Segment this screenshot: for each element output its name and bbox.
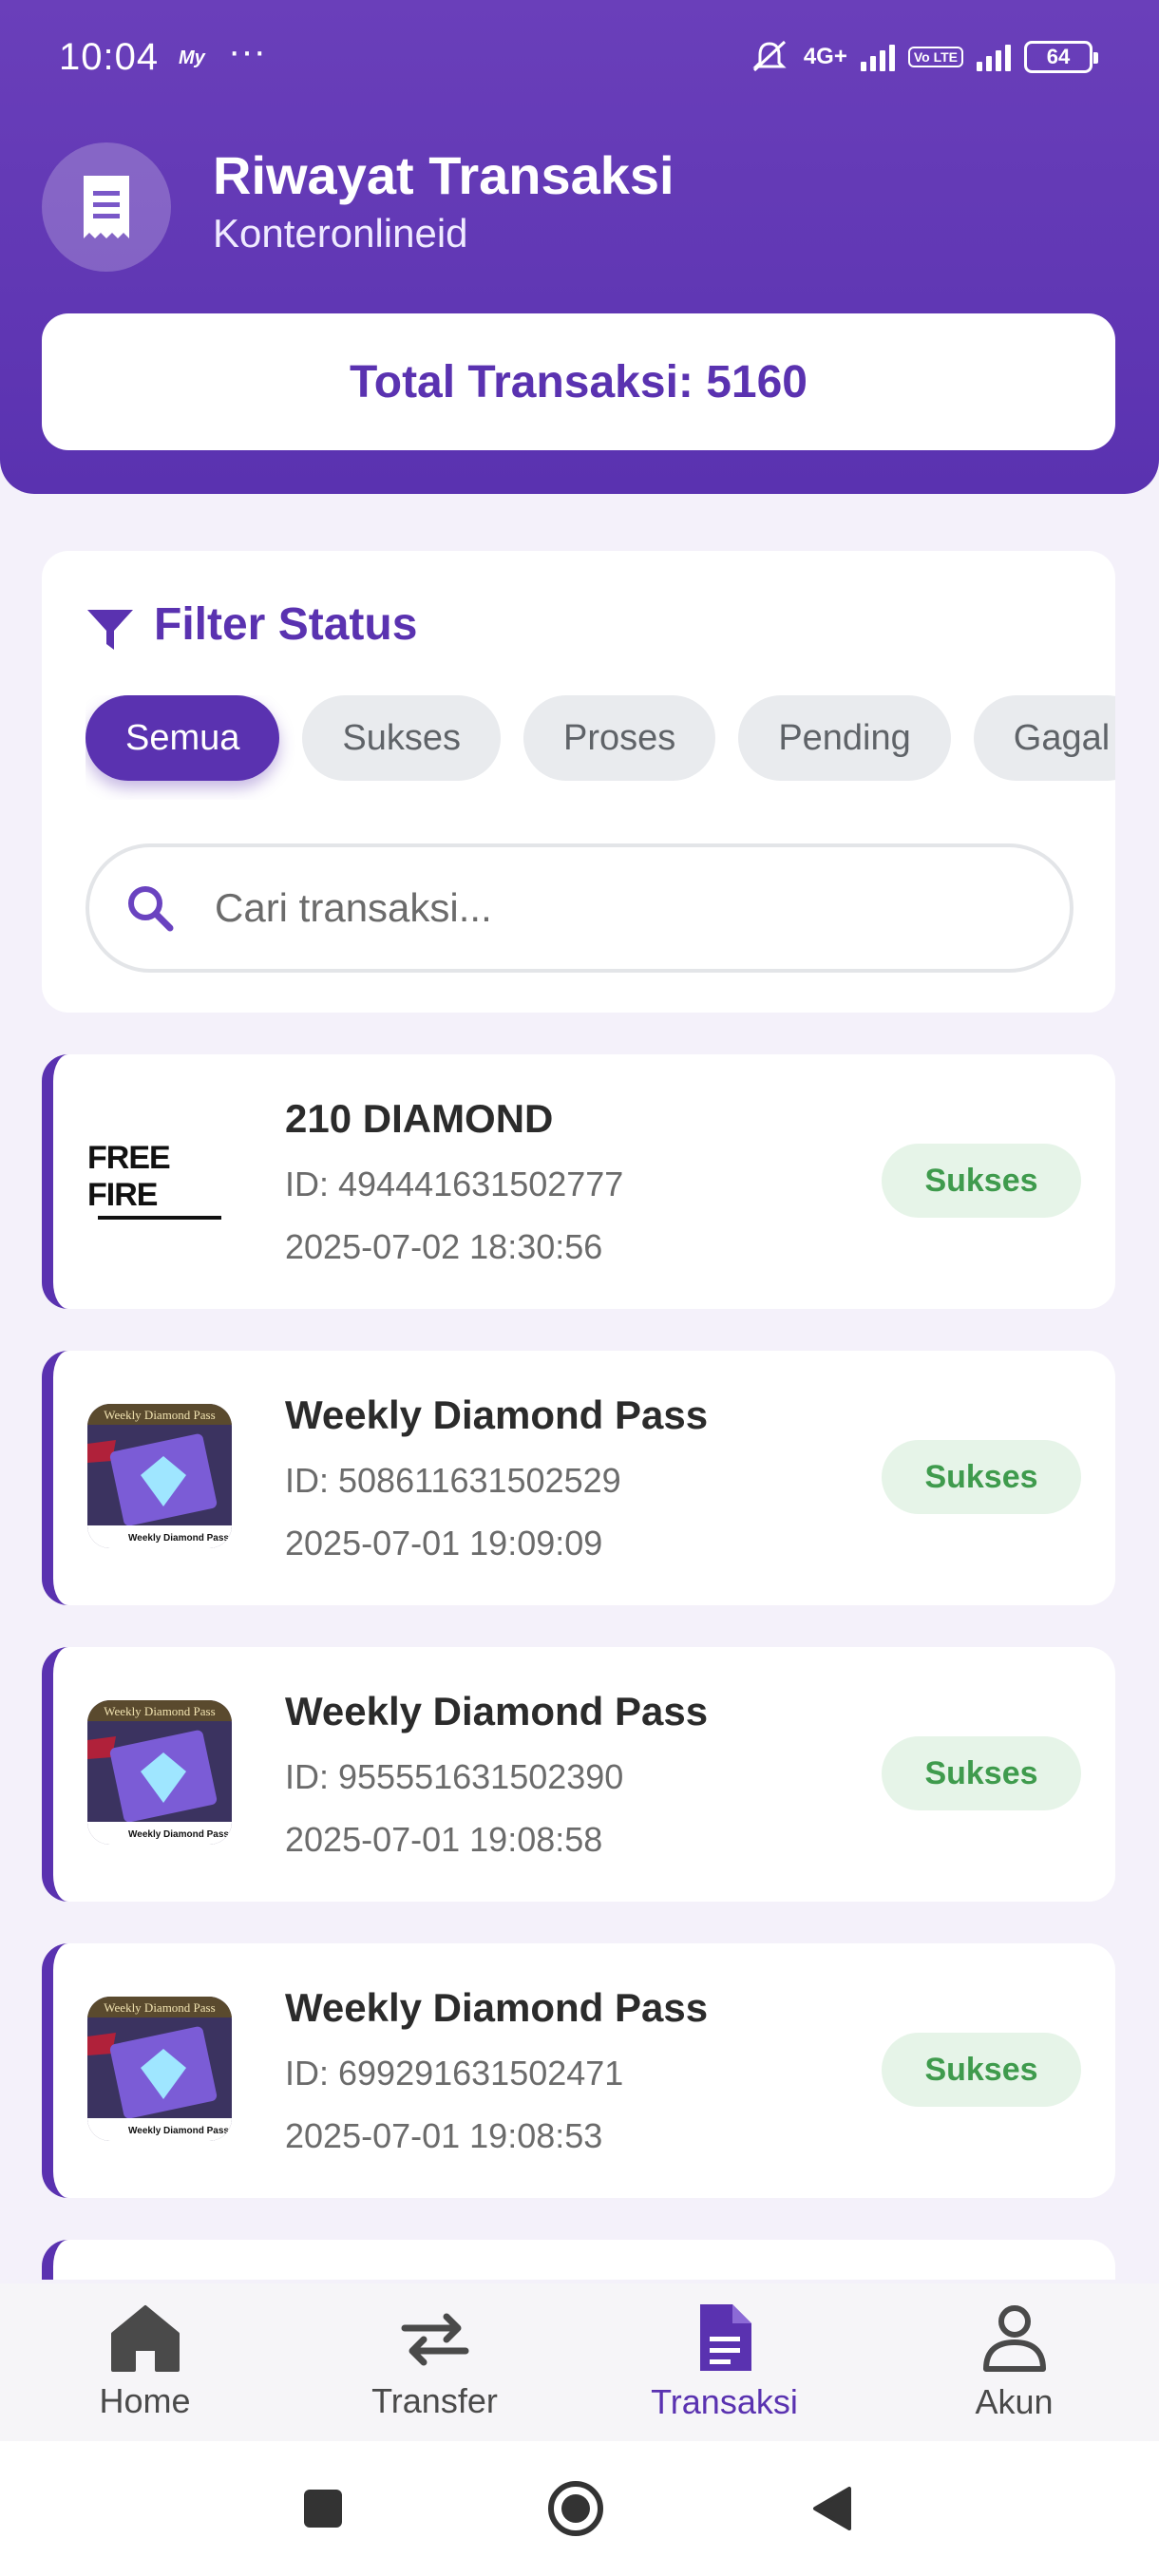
transaction-id: ID: 494441631502777: [285, 1165, 624, 1203]
chip-pending[interactable]: Pending: [738, 695, 951, 781]
nav-home[interactable]: Home: [0, 2283, 290, 2441]
chip-proses[interactable]: Proses: [523, 695, 716, 781]
carrier-badge: My: [179, 47, 205, 68]
free-fire-logo: FREE FIRE: [87, 1108, 232, 1252]
nav-transfer[interactable]: Transfer: [290, 2283, 580, 2441]
receipt-icon: [42, 142, 171, 272]
thumb-caption-bottom: Weekly Diamond Pass: [128, 1829, 229, 1840]
thumb-caption-bottom: Weekly Diamond Pass: [128, 2126, 229, 2136]
chip-semua[interactable]: Semua: [86, 695, 280, 781]
app-header: 10:04 My ··· 4G+ Vo LTE 64 Riwayat Trans…: [0, 0, 1159, 494]
thumb-caption: Weekly Diamond Pass: [104, 1704, 215, 1718]
battery-level: 64: [1046, 45, 1071, 68]
transaction-card[interactable]: Weekly Diamond Pass Weekly Diamond Pass …: [42, 1943, 1115, 2198]
back-button[interactable]: [794, 2441, 870, 2576]
status-chips: Semua Sukses Proses Pending Gagal: [86, 695, 1115, 800]
thumb-caption: Weekly Diamond Pass: [104, 2000, 215, 2015]
status-bar: 10:04 My ··· 4G+ Vo LTE 64: [0, 0, 1159, 101]
status-time: 10:04: [59, 36, 160, 78]
mute-vibrate-icon: [752, 40, 787, 72]
nav-transaksi[interactable]: Transaksi: [580, 2283, 869, 2441]
transaction-date: 2025-07-02 18:30:56: [285, 1227, 603, 1266]
chip-gagal[interactable]: Gagal: [973, 695, 1115, 781]
transaction-date: 2025-07-01 19:09:09: [285, 1524, 603, 1563]
transaction-id: ID: 699291631502471: [285, 2054, 624, 2093]
bottom-navigation: Home Transfer Transaksi Akun: [0, 2283, 1159, 2441]
transaction-name: 210 DIAMOND: [285, 1096, 554, 1141]
transaction-id: ID: 508611631502529: [285, 1461, 621, 1500]
thumb-caption-bottom: Weekly Diamond Pass: [128, 1533, 229, 1544]
transaction-date: 2025-07-01 19:08:53: [285, 2116, 603, 2155]
weekly-diamond-pass-image: Weekly Diamond Pass Weekly Diamond Pass: [87, 1700, 232, 1845]
document-icon: [699, 2304, 751, 2371]
weekly-diamond-pass-image: Weekly Diamond Pass Weekly Diamond Pass: [87, 1404, 232, 1548]
person-icon: [982, 2305, 1046, 2372]
transfer-arrows-icon: [401, 2313, 468, 2366]
total-transactions-label: Total Transaksi: 5160: [349, 356, 808, 407]
filter-card: Filter Status Semua Sukses Proses Pendin…: [42, 551, 1115, 1013]
signal-icon-2: [977, 43, 1011, 71]
nav-akun[interactable]: Akun: [869, 2283, 1159, 2441]
transaction-card-partial[interactable]: [42, 2240, 1115, 2280]
back-triangle-icon: [813, 2487, 851, 2530]
free-fire-logo-text: FREE FIRE: [87, 1140, 171, 1213]
status-badge: Sukses: [882, 2033, 1081, 2107]
transaction-card[interactable]: Weekly Diamond Pass Weekly Diamond Pass …: [42, 1351, 1115, 1605]
transaction-name: Weekly Diamond Pass: [285, 1689, 709, 1733]
thumb-caption: Weekly Diamond Pass: [104, 1408, 215, 1422]
nav-home-label: Home: [99, 2381, 191, 2420]
transaction-list: FREE FIRE 210 DIAMOND ID: 49444163150277…: [42, 1054, 1115, 2280]
total-transactions-card: Total Transaksi: 5160: [42, 313, 1115, 450]
transaction-name: Weekly Diamond Pass: [285, 1985, 709, 2030]
status-badge: Sukses: [882, 1736, 1081, 1810]
nav-transfer-label: Transfer: [371, 2381, 498, 2420]
transaction-card[interactable]: FREE FIRE 210 DIAMOND ID: 49444163150277…: [42, 1054, 1115, 1309]
chip-sukses[interactable]: Sukses: [302, 695, 502, 781]
battery-icon: 64: [1024, 41, 1098, 73]
page-title: Riwayat Transaksi: [213, 145, 674, 205]
search-input[interactable]: Cari transaksi...: [86, 843, 1074, 973]
volte-badge: Vo LTE: [907, 47, 963, 67]
transaction-date: 2025-07-01 19:08:58: [285, 1820, 603, 1859]
search-placeholder: Cari transaksi...: [215, 885, 492, 930]
filter-title: Filter Status: [154, 599, 418, 650]
recent-apps-button[interactable]: [285, 2441, 361, 2576]
transaction-name: Weekly Diamond Pass: [285, 1392, 709, 1437]
square-icon: [304, 2490, 342, 2528]
home-icon: [110, 2305, 180, 2372]
nav-transaksi-label: Transaksi: [651, 2382, 798, 2421]
more-notifications-icon: ···: [228, 30, 266, 72]
signal-icon: [860, 43, 895, 71]
home-system-button[interactable]: [538, 2441, 614, 2576]
page-subtitle: Konteronlineid: [213, 211, 468, 256]
circle-icon: [548, 2481, 603, 2536]
transaction-id: ID: 955551631502390: [285, 1757, 624, 1796]
nav-akun-label: Akun: [975, 2382, 1054, 2421]
system-navigation-bar: [0, 2441, 1159, 2576]
status-icons: 4G+ Vo LTE 64: [749, 38, 1098, 76]
search-icon: [128, 886, 174, 932]
network-type: 4G+: [803, 44, 847, 69]
status-badge: Sukses: [882, 1440, 1081, 1514]
transaction-card[interactable]: Weekly Diamond Pass Weekly Diamond Pass …: [42, 1647, 1115, 1902]
status-badge: Sukses: [882, 1144, 1081, 1218]
weekly-diamond-pass-image: Weekly Diamond Pass Weekly Diamond Pass: [87, 1997, 232, 2141]
funnel-icon: [87, 610, 133, 650]
